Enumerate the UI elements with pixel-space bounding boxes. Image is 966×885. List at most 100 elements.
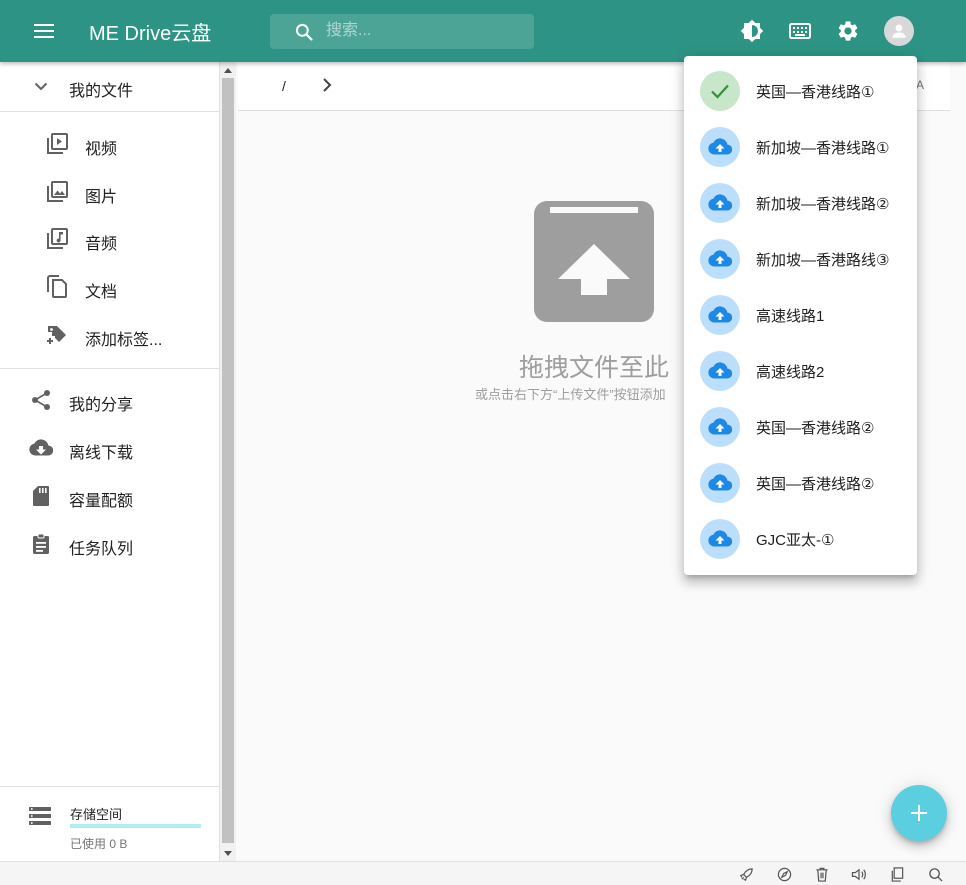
divider (0, 111, 219, 112)
sidebar-item-label: 离线下载 (69, 445, 134, 462)
cloud-upload-icon (708, 250, 732, 267)
scroll-thumb[interactable] (222, 78, 234, 843)
node-menu: 英国—香港线路① 新加坡—香港线路① 新加坡—香港线路② 新加坡—香港路线③ 高速线路1… (684, 56, 917, 575)
sidebar-scrollbar[interactable] (220, 62, 236, 861)
menu-item-route[interactable]: 英国—香港线路② (684, 399, 917, 455)
file-copy-icon (45, 275, 69, 299)
app-title: ME Drive云盘 (89, 23, 212, 45)
sidebar-item-audio[interactable]: 音频 (0, 217, 219, 261)
storage-title: 存储空间 (70, 807, 123, 822)
scroll-down-button[interactable] (220, 845, 236, 861)
cloud-avatar (700, 407, 740, 447)
scroll-up-button[interactable] (220, 62, 236, 78)
breadcrumb-root[interactable]: / (282, 78, 286, 94)
trash-icon[interactable] (814, 866, 830, 882)
sidebar-item-label: 图片 (85, 189, 118, 206)
menu-item-route[interactable]: 英国—香港线路② (684, 455, 917, 511)
cloud-avatar (700, 351, 740, 391)
menu-item-route[interactable]: 高速线路1 (684, 287, 917, 343)
upload-fab-button[interactable] (891, 785, 947, 841)
chevron-right-icon[interactable] (322, 77, 332, 98)
menu-item-route[interactable]: 高速线路2 (684, 343, 917, 399)
menu-item-route[interactable]: 新加坡—香港路线③ (684, 231, 917, 287)
menu-item-label: 高速线路2 (756, 364, 825, 381)
copy-icon[interactable] (889, 866, 905, 882)
menu-item-route[interactable]: 新加坡—香港线路① (684, 119, 917, 175)
cloud-avatar (700, 295, 740, 335)
sidebar: 我的文件 视频 图片 音频 文档 添加标签... 我的分享 离线下载 容量配额 … (0, 62, 220, 861)
settings-button[interactable] (831, 14, 865, 48)
menu-item-label: 高速线路1 (756, 308, 825, 325)
cloud-download-icon (29, 436, 53, 460)
video-library-icon (45, 132, 69, 156)
cloud-avatar (700, 183, 740, 223)
compass-icon[interactable] (776, 866, 792, 882)
add-tag-icon (45, 323, 69, 347)
keyboard-icon (789, 23, 811, 39)
cloud-avatar (700, 519, 740, 559)
sidebar-item-my-files[interactable]: 我的文件 (0, 64, 219, 108)
menu-item-label: 英国—香港线路① (756, 84, 875, 101)
storage-icon (29, 807, 51, 830)
settings-icon (838, 21, 858, 41)
menu-item-label: 英国—香港线路② (756, 420, 875, 437)
search-icon (295, 23, 313, 41)
sidebar-item-label: 添加标签... (85, 332, 163, 349)
account-button[interactable] (882, 14, 916, 48)
keyboard-button[interactable] (783, 14, 817, 48)
sidebar-item-offline-download[interactable]: 离线下载 (0, 426, 219, 470)
sidebar-item-label: 容量配额 (69, 493, 134, 510)
sidebar-item-quota[interactable]: 容量配额 (0, 474, 219, 518)
menu-icon (34, 24, 54, 38)
arrow-up-icon (224, 67, 232, 73)
search-input[interactable] (326, 20, 526, 42)
sidebar-item-label: 任务队列 (69, 541, 134, 558)
theme-toggle-icon (740, 19, 764, 43)
bottom-toolbar (0, 861, 966, 885)
menu-item-label: 新加坡—香港线路① (756, 140, 890, 157)
search-box[interactable] (270, 14, 534, 49)
menu-item-route[interactable]: GJC亚太-① (684, 511, 917, 567)
menu-button[interactable] (26, 13, 62, 49)
music-library-icon (45, 227, 69, 251)
storage-used-text: 已使用 0 B (70, 837, 128, 851)
empty-state-title: 拖拽文件至此 (518, 354, 669, 382)
share-icon (29, 388, 53, 412)
sidebar-item-label: 文档 (85, 284, 118, 301)
theme-toggle-button[interactable] (735, 14, 769, 48)
menu-item-route[interactable]: 新加坡—香港线路② (684, 175, 917, 231)
sidebar-item-label: 音频 (85, 236, 118, 253)
cloud-avatar (700, 127, 740, 167)
cloud-upload-icon (708, 418, 732, 435)
upload-archive-icon (534, 201, 654, 322)
sidebar-item-label: 我的文件 (69, 83, 134, 100)
sidebar-item-documents[interactable]: 文档 (0, 265, 219, 309)
clipboard-icon (29, 532, 53, 556)
sidebar-item-add-tag[interactable]: 添加标签... (0, 313, 219, 357)
photo-library-icon (45, 180, 69, 204)
sidebar-item-label: 我的分享 (69, 397, 134, 414)
check-avatar (700, 71, 740, 111)
menu-item-label: 新加坡—香港路线③ (756, 252, 890, 269)
rocket-icon[interactable] (738, 866, 754, 882)
menu-item-label: 新加坡—香港线路② (756, 196, 890, 213)
sidebar-item-images[interactable]: 图片 (0, 170, 219, 214)
menu-item-label: 英国—香港线路② (756, 476, 875, 493)
cloud-avatar (700, 463, 740, 503)
sd-card-icon (29, 484, 53, 508)
storage-panel: 存储空间 已使用 0 B (0, 786, 219, 861)
sort-button[interactable]: A (916, 78, 924, 92)
cloud-avatar (700, 239, 740, 279)
sidebar-item-task-queue[interactable]: 任务队列 (0, 522, 219, 566)
empty-state-hint: 或点击右下方“上传文件”按钮添加 (475, 387, 666, 402)
chevron-down-icon (29, 74, 53, 98)
sidebar-item-my-shares[interactable]: 我的分享 (0, 378, 219, 422)
cloud-upload-icon (708, 474, 732, 491)
menu-item-route[interactable]: 英国—香港线路① (684, 63, 917, 119)
volume-icon[interactable] (851, 866, 867, 882)
search-icon[interactable] (927, 866, 943, 882)
sidebar-item-video[interactable]: 视频 (0, 122, 219, 166)
avatar (884, 16, 914, 46)
cloud-upload-icon (708, 194, 732, 211)
check-icon (711, 84, 729, 99)
